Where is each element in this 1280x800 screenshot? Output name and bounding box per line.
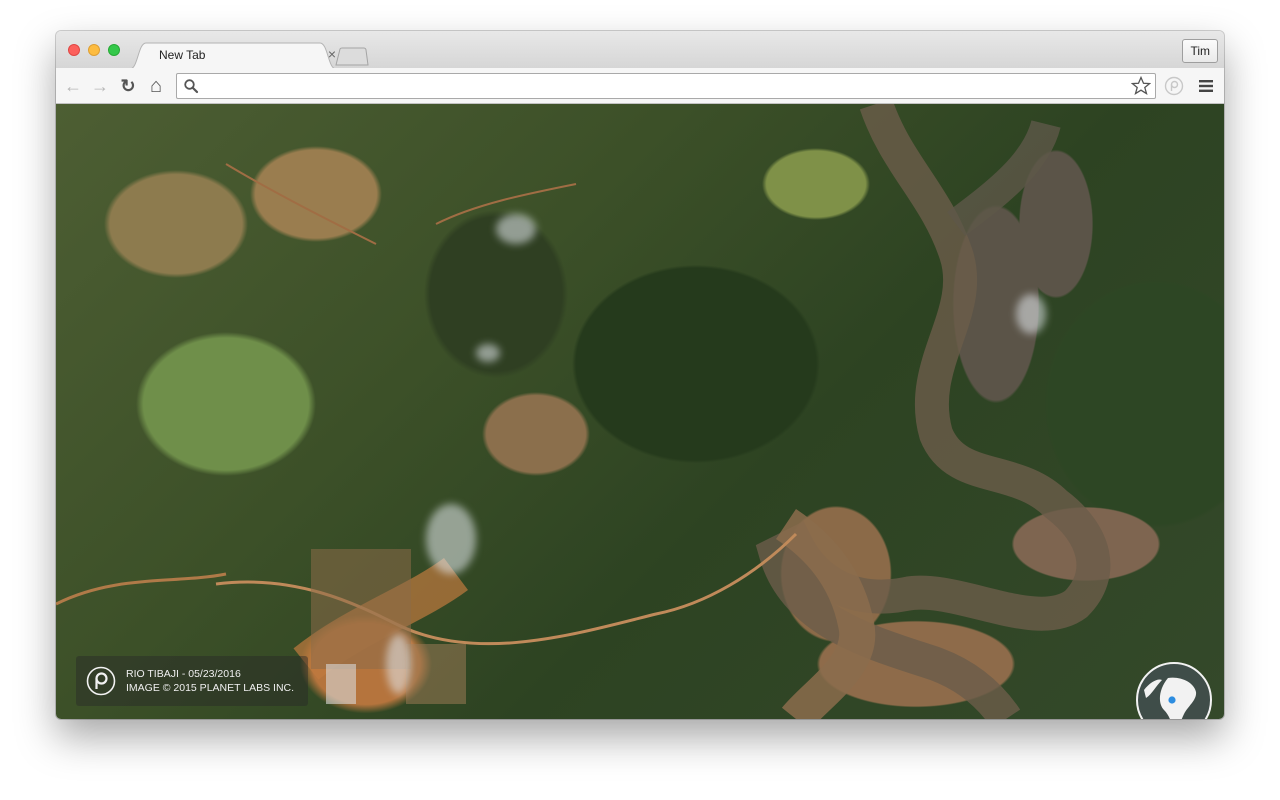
- menu-icon[interactable]: [1198, 78, 1214, 94]
- planet-logo-icon: [86, 666, 116, 696]
- forward-button[interactable]: →: [90, 76, 110, 96]
- window-maximize-button[interactable]: [108, 44, 120, 56]
- window-close-button[interactable]: [68, 44, 80, 56]
- toolbar: ← → ↻ ⌂: [56, 68, 1224, 104]
- tab-new-tab[interactable]: New Tab ×: [146, 43, 342, 68]
- satellite-terrain: [56, 104, 1111, 719]
- search-icon: [184, 79, 199, 94]
- omnibox-input[interactable]: [203, 74, 1123, 98]
- image-location: RIO TIBAJI - 05/23/2016: [126, 668, 241, 680]
- cloud: [386, 634, 411, 694]
- image-caption: RIO TIBAJI - 05/23/2016 IMAGE © 2015 PLA…: [76, 656, 308, 706]
- home-button[interactable]: ⌂: [146, 76, 166, 96]
- cloud: [1016, 294, 1046, 334]
- globe-icon[interactable]: [1134, 660, 1214, 719]
- cloud: [476, 344, 500, 362]
- planet-extension-icon[interactable]: [1164, 76, 1184, 96]
- omnibox[interactable]: [176, 73, 1156, 99]
- browser-window: New Tab × Tim ← → ↻ ⌂ RIO TIBAJI - 05/23…: [56, 31, 1224, 719]
- cloud: [496, 214, 536, 244]
- image-credit: IMAGE © 2015 PLANET LABS INC.: [126, 682, 295, 694]
- cloud: [426, 504, 476, 574]
- back-button[interactable]: ←: [63, 76, 83, 96]
- window-minimize-button[interactable]: [88, 44, 100, 56]
- profile-button[interactable]: Tim: [1182, 39, 1218, 63]
- reload-button[interactable]: ↻: [118, 76, 138, 96]
- satellite-image: RIO TIBAJI - 05/23/2016 IMAGE © 2015 PLA…: [56, 104, 1224, 719]
- new-tab-button[interactable]: [335, 47, 369, 66]
- tab-title: New Tab: [159, 48, 206, 62]
- star-icon[interactable]: [1131, 76, 1151, 96]
- title-bar: New Tab × Tim: [56, 31, 1224, 69]
